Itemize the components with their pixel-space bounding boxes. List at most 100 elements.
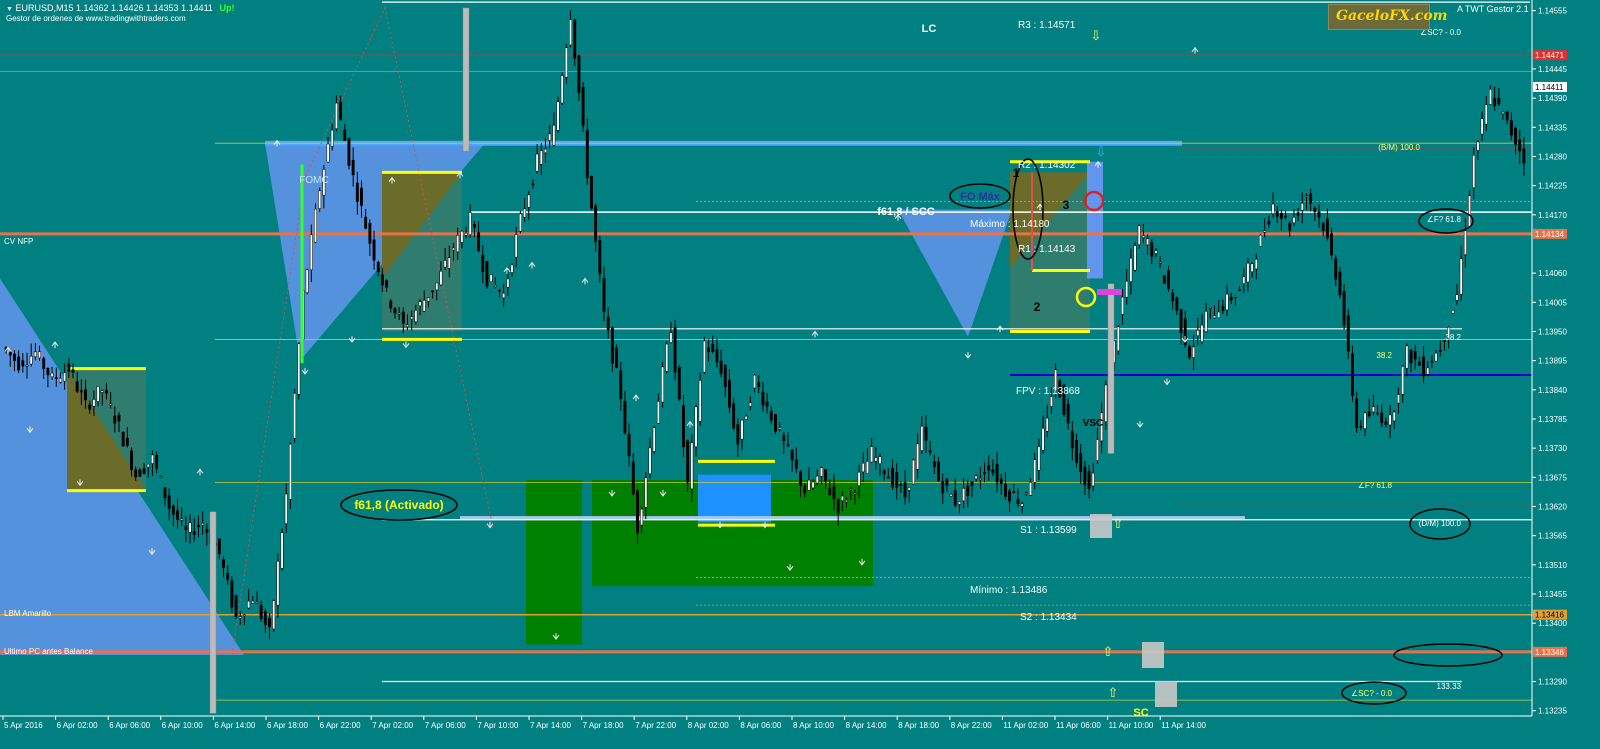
candle-body [58, 378, 62, 383]
candle-body [150, 454, 154, 464]
candle-body [782, 435, 786, 441]
candle-body [205, 529, 209, 533]
candle-body [932, 461, 936, 468]
candle-body [431, 290, 435, 293]
annotation-label: LC [922, 23, 937, 35]
candle-body [414, 310, 418, 323]
candle-body [819, 467, 823, 477]
symbol-dropdown-icon[interactable]: ▼ [6, 6, 13, 13]
candle-body [627, 434, 631, 457]
candle-body [406, 324, 409, 327]
candle-body [640, 508, 644, 526]
candle-body [1141, 235, 1145, 238]
price-tick-label: 1.13785 [1538, 415, 1567, 424]
candle-body [832, 486, 836, 499]
candle-body [916, 443, 920, 470]
candle-body [372, 239, 376, 261]
candle-body [1171, 292, 1175, 302]
candle-body [1505, 111, 1509, 121]
candle-body [1229, 297, 1233, 301]
candle-body [585, 130, 589, 179]
candle-body [590, 176, 593, 209]
candle-body [556, 101, 560, 131]
candle-body [1472, 155, 1476, 189]
candle-body [385, 280, 389, 288]
time-tick-label: 8 Apr 22:00 [951, 721, 992, 730]
candle-body [1493, 97, 1497, 107]
candle-body [1371, 406, 1375, 413]
price-tick-label: 1.14005 [1538, 298, 1567, 307]
candle-body [966, 485, 970, 496]
candle-body [606, 316, 610, 330]
candle-body [1300, 202, 1304, 211]
candle-body [1279, 213, 1283, 219]
candle-body [690, 442, 694, 490]
price-tick-label: 1.14335 [1538, 123, 1567, 132]
level-label: R1 : 1.14143 [1018, 244, 1076, 255]
tool-label[interactable]: A TWT Gestor 2.1 [1457, 4, 1529, 14]
magenta-marker [1097, 289, 1122, 295]
candle-body [1363, 412, 1367, 429]
candle-body [548, 133, 552, 141]
candle-body [418, 301, 422, 307]
candle-body [661, 366, 665, 403]
candle-body [1263, 230, 1267, 233]
candle-body [209, 511, 217, 714]
candle-body [293, 393, 297, 439]
level-label: R2 : 1.14302 [1018, 160, 1076, 171]
price-chart[interactable]: ⇩ ⇩ ⇧ ⇧ ⇧ LC SC VSC f61,8 / SCC f61,8 (Activado) F… [0, 0, 1600, 749]
candle-body [698, 380, 702, 422]
candle-body [686, 440, 690, 483]
time-tick-label: 6 Apr 14:00 [214, 721, 255, 730]
candle-body [1405, 345, 1409, 369]
annotation-label: 3 [1063, 198, 1070, 212]
candle-body [669, 332, 673, 343]
candle-body [259, 605, 263, 619]
candle-body [272, 600, 276, 630]
candle-body [330, 129, 334, 147]
candle-body [656, 401, 660, 424]
candle-body [435, 282, 439, 291]
candle-body [192, 531, 196, 535]
candle-body [544, 148, 547, 154]
candle-body [247, 600, 251, 609]
candle-body [401, 311, 405, 324]
arrow-icon: ⇧ [1108, 685, 1119, 700]
candle-body [1116, 326, 1120, 352]
candle-body [1384, 421, 1388, 425]
time-tick-label: 8 Apr 06:00 [740, 721, 781, 730]
candle-body [811, 481, 815, 489]
level-label: S1 : 1.13599 [1020, 525, 1077, 536]
candle-body [339, 101, 343, 120]
price-tick-label: 1.13895 [1538, 357, 1567, 366]
candle-body [1342, 291, 1346, 326]
header-symbol-line: ▼ EURUSD,M15 1.14362 1.14426 1.14353 1.1… [6, 3, 234, 13]
price-tick-label: 1.13565 [1538, 532, 1567, 541]
candle-body [1480, 118, 1484, 135]
candle-body [163, 487, 167, 498]
candle-body [125, 438, 129, 446]
candle-body [1509, 120, 1513, 136]
candle-body [1430, 360, 1434, 363]
candle-body [506, 278, 510, 288]
candle-body [1049, 396, 1053, 407]
chart-root: ⇩ ⇩ ⇧ ⇧ ⇧ LC SC VSC f61,8 / SCC f61,8 (Activado) F… [0, 0, 1600, 749]
candle-body [393, 308, 397, 314]
candle-body [276, 561, 280, 606]
candle-body [1296, 212, 1300, 216]
candle-body [1451, 310, 1455, 314]
candle-body [903, 482, 907, 498]
price-tag-label: 1.13416 [1535, 611, 1564, 620]
watermark-text: GaceloFX.com [1336, 8, 1448, 24]
candle-body [67, 363, 71, 372]
candle-body [1033, 459, 1037, 483]
time-tick-label: 11 Apr 14:00 [1161, 721, 1206, 730]
candle-body [995, 463, 999, 483]
candle-body [29, 355, 33, 365]
candle-body [1233, 296, 1237, 298]
candle-body [828, 488, 832, 495]
candle-body [807, 479, 811, 491]
candle-body [38, 351, 41, 359]
candle-body [707, 347, 711, 353]
candle-body [63, 372, 67, 382]
